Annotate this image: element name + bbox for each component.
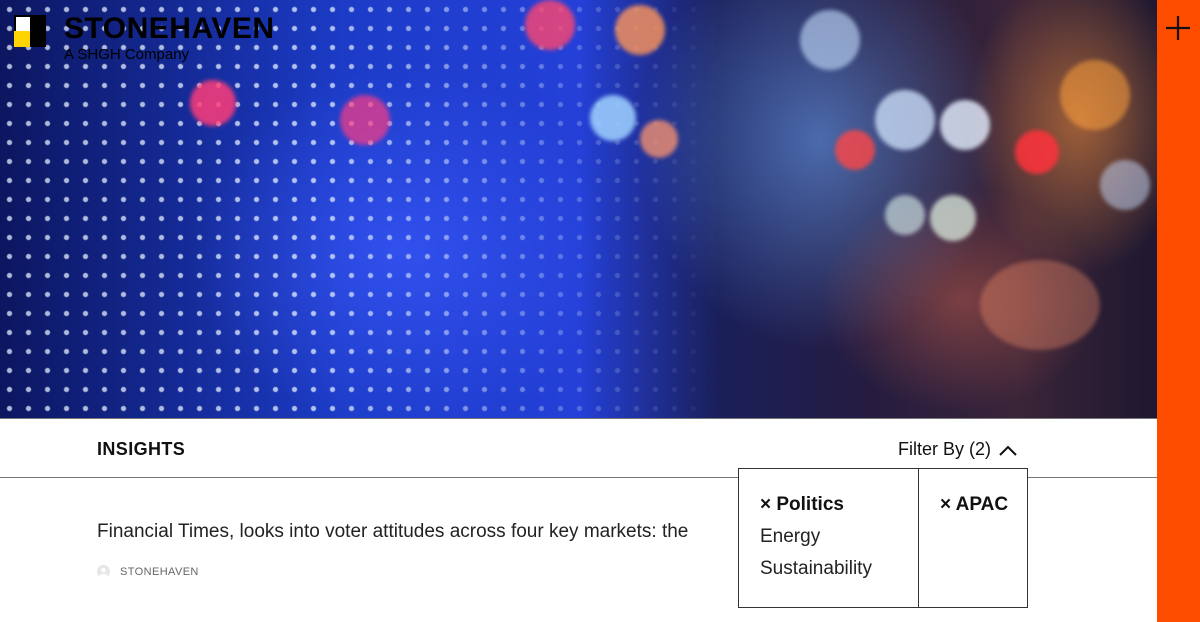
bokeh-light: [1100, 160, 1150, 210]
bokeh-light: [885, 195, 925, 235]
article-excerpt[interactable]: Financial Times, looks into voter attitu…: [97, 521, 737, 543]
filter-option-sustainability[interactable]: Sustainability: [760, 553, 918, 585]
filter-toggle-label: Filter By (2): [898, 439, 992, 459]
page-title: INSIGHTS: [97, 439, 186, 459]
bokeh-light: [1015, 130, 1059, 174]
bokeh-light: [590, 95, 636, 141]
logo-mark-icon: [14, 15, 46, 47]
bokeh-light: [940, 100, 990, 150]
bokeh-light: [930, 195, 976, 241]
bokeh-light: [615, 5, 665, 55]
filter-regions-column: × APAC: [919, 469, 1027, 607]
filter-dropdown: × Politics Energy Sustainability × APAC: [738, 468, 1028, 608]
plus-icon: [1166, 16, 1190, 40]
filter-option-politics[interactable]: × Politics: [760, 489, 918, 521]
article-author: STONEHAVEN: [97, 565, 199, 578]
filter-topics-column: × Politics Energy Sustainability: [739, 469, 919, 607]
filter-option-energy[interactable]: Energy: [760, 521, 918, 553]
bokeh-light: [340, 95, 390, 145]
bokeh-light: [980, 260, 1100, 350]
bokeh-light: [640, 120, 678, 158]
bokeh-light: [525, 0, 575, 50]
side-menu-bar: [1157, 0, 1200, 622]
author-name: STONEHAVEN: [120, 565, 199, 578]
brand-name: STONEHAVEN: [64, 12, 275, 45]
filter-toggle-button[interactable]: Filter By (2): [898, 439, 1017, 460]
bokeh-light: [190, 80, 236, 126]
bokeh-light: [835, 130, 875, 170]
brand-tagline: A SHGH Company: [64, 46, 190, 63]
brand-logo[interactable]: STONEHAVEN A SHGH Company: [14, 14, 275, 63]
avatar: [97, 565, 110, 578]
open-menu-button[interactable]: [1164, 14, 1192, 42]
chevron-up-icon: [999, 445, 1017, 456]
bokeh-light: [800, 10, 860, 70]
bokeh-light: [1060, 60, 1130, 130]
filter-option-apac[interactable]: × APAC: [940, 489, 1027, 521]
bokeh-light: [875, 90, 935, 150]
